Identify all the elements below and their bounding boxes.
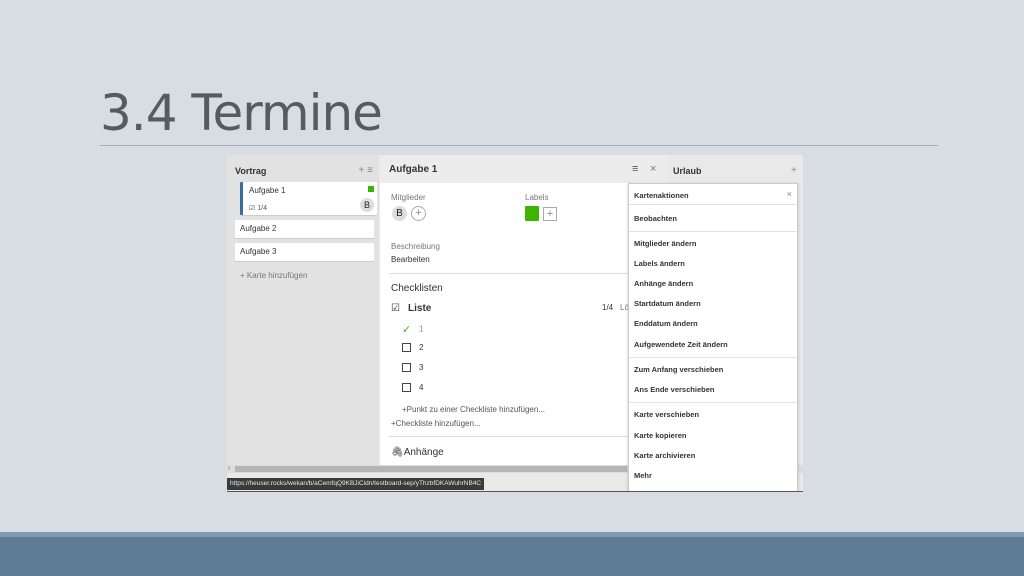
add-icon[interactable]: + xyxy=(791,165,797,176)
labels-label: Labels xyxy=(525,193,549,202)
paperclip-icon: 🖇 xyxy=(391,447,404,458)
menu-item-beobachten[interactable]: Beobachten xyxy=(634,214,677,223)
avatar[interactable]: B xyxy=(360,198,374,212)
footer-band xyxy=(0,532,1024,576)
checklist-item[interactable]: 2 xyxy=(402,343,424,353)
checklist-count: 1/4 xyxy=(257,205,267,212)
menu-item-kopieren[interactable]: Karte kopieren xyxy=(634,431,687,440)
checkbox-icon: ☑ xyxy=(391,303,400,314)
list-title: Vortrag xyxy=(235,166,267,176)
checklist-item-label: 4 xyxy=(419,383,424,392)
scroll-left-icon[interactable]: ‹ xyxy=(228,465,230,472)
description-edit-link[interactable]: Bearbeiten xyxy=(391,255,430,264)
menu-item-ans-ende[interactable]: Ans Ende verschieben xyxy=(634,385,714,394)
add-checklist-label: Checkliste hinzufügen... xyxy=(395,419,481,428)
wekan-screenshot: Vortrag + ≡ Aufgabe 1 ☑ 1/4 B Aufgabe 2 … xyxy=(227,155,803,492)
checkbox[interactable] xyxy=(402,383,411,393)
list-title: Urlaub xyxy=(673,166,702,176)
card-aufgabe-3[interactable]: Aufgabe 3 xyxy=(235,243,374,261)
menu-item-startdatum[interactable]: Startdatum ändern xyxy=(634,299,701,308)
close-icon[interactable]: × xyxy=(650,163,656,175)
card-title: Aufgabe 2 xyxy=(240,224,277,233)
card-actions-popup: Kartenaktionen × Beobachten Mitglieder ä… xyxy=(628,183,798,491)
add-card-label: Karte hinzufügen xyxy=(246,271,308,280)
plus-icon: + xyxy=(240,271,245,280)
attachments-label: Anhänge xyxy=(403,447,444,458)
add-checklist-item-link[interactable]: +Punkt zu einer Checkliste hinzufügen... xyxy=(402,405,545,414)
members-label: Mitglieder xyxy=(391,193,426,202)
divider xyxy=(629,357,797,358)
checklist-item-label: 1 xyxy=(419,324,424,334)
menu-item-zeit[interactable]: Aufgewendete Zeit ändern xyxy=(634,340,728,349)
menu-item-zum-anfang[interactable]: Zum Anfang verschieben xyxy=(634,365,723,374)
details-title[interactable]: Aufgabe 1 xyxy=(389,164,437,175)
checkbox[interactable] xyxy=(402,363,411,373)
checklist-item-label: 2 xyxy=(419,343,424,352)
card-aufgabe-2[interactable]: Aufgabe 2 xyxy=(235,220,374,238)
add-member-button[interactable]: + xyxy=(411,206,426,221)
checklist-count: 1/4 xyxy=(602,303,614,312)
add-item-label: Punkt zu einer Checkliste hinzufügen... xyxy=(406,405,545,414)
status-bar-url: https://heuser.rocks/wekan/b/aCemfqQ9KBJ… xyxy=(227,478,485,490)
card-details-panel: Aufgabe 1 ≡ × Mitglieder B + Labels + Be… xyxy=(380,155,668,465)
menu-item-archivieren[interactable]: Karte archivieren xyxy=(634,451,695,460)
menu-item-mitglieder[interactable]: Mitglieder ändern xyxy=(634,239,697,248)
checklist-item[interactable]: 3 xyxy=(402,363,424,373)
add-label-button[interactable]: + xyxy=(543,207,557,221)
popup-title: Kartenaktionen xyxy=(634,191,689,200)
footer-band-accent xyxy=(0,532,1024,537)
card-title: Aufgabe 3 xyxy=(240,247,277,256)
title-divider xyxy=(100,145,938,146)
checklist-badge: ☑ 1/4 xyxy=(249,204,267,212)
divider xyxy=(389,273,664,274)
add-card-link[interactable]: + Karte hinzufügen xyxy=(240,271,307,280)
menu-item-enddatum[interactable]: Enddatum ändern xyxy=(634,319,698,328)
checkbox-icon: ☑ xyxy=(249,205,256,212)
menu-item-mehr[interactable]: Mehr xyxy=(634,471,652,480)
list-vortrag: Vortrag + ≡ Aufgabe 1 ☑ 1/4 B Aufgabe 2 … xyxy=(227,155,379,465)
slide-title: 3.4 Termine xyxy=(100,84,383,142)
checklist-item-label: 3 xyxy=(419,363,424,372)
checklist-item[interactable]: ✓ 1 xyxy=(402,323,423,336)
menu-item-verschieben[interactable]: Karte verschieben xyxy=(634,410,699,419)
card-aufgabe-1[interactable]: Aufgabe 1 ☑ 1/4 B xyxy=(240,182,377,215)
list-tools: + ≡ xyxy=(359,165,373,176)
add-icon[interactable]: + xyxy=(359,165,365,176)
divider xyxy=(629,402,797,403)
add-checklist-link[interactable]: +Checkliste hinzufügen... xyxy=(391,419,481,428)
label-chip[interactable] xyxy=(525,206,539,221)
scrollbar-thumb[interactable] xyxy=(235,466,627,472)
close-icon[interactable]: × xyxy=(787,189,792,199)
checklists-heading: Checklisten xyxy=(391,283,443,294)
description-label: Beschreibung xyxy=(391,242,440,251)
hamburger-menu-icon[interactable]: ≡ xyxy=(367,165,373,176)
checklist-title[interactable]: Liste xyxy=(408,303,431,314)
card-title: Aufgabe 1 xyxy=(249,186,286,195)
member-avatar[interactable]: B xyxy=(392,206,407,221)
divider xyxy=(629,231,797,232)
divider xyxy=(629,204,797,205)
checklist-item[interactable]: 4 xyxy=(402,383,424,393)
label-dot xyxy=(368,186,374,192)
menu-item-anhaenge[interactable]: Anhänge ändern xyxy=(634,279,693,288)
menu-item-labels[interactable]: Labels ändern xyxy=(634,259,685,268)
checkbox[interactable] xyxy=(402,343,411,353)
details-header: Aufgabe 1 ≡ × xyxy=(380,155,668,183)
attachments-heading: 🖇Anhänge xyxy=(391,447,444,458)
divider xyxy=(389,436,664,437)
hamburger-menu-icon[interactable]: ≡ xyxy=(632,163,638,175)
checkmark-icon[interactable]: ✓ xyxy=(402,323,413,336)
